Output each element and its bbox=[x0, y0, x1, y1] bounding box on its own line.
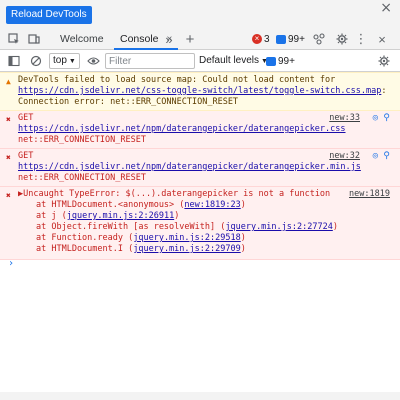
clear-console-icon[interactable] bbox=[28, 53, 44, 69]
issues-badge[interactable]: 99+ bbox=[266, 54, 295, 68]
source-location-link[interactable]: new:1819 bbox=[349, 189, 390, 200]
stack-frame-text: at HTMLDocument.I ( bbox=[36, 244, 134, 254]
sidebar-toggle-icon[interactable] bbox=[6, 53, 22, 69]
stack-frame-text: at j ( bbox=[36, 211, 67, 221]
message-text: Uncaught TypeError: $(...).daterangepick… bbox=[23, 189, 331, 199]
stack-frame-end: ) bbox=[174, 211, 180, 221]
stack-frame-end: ) bbox=[240, 233, 246, 243]
error-icon: ✖ bbox=[6, 153, 11, 162]
console-message-error: ✖ GET https://cdn.jsdelivr.net/npm/dater… bbox=[0, 111, 400, 149]
devtools-tabs-bar: Welcome Console × » + × 3 99+ ⋮ × bbox=[0, 28, 400, 50]
request-url-link[interactable]: https://cdn.jsdelivr.net/npm/daterangepi… bbox=[18, 124, 346, 134]
error-icon: ✖ bbox=[6, 115, 11, 124]
network-request-icon[interactable]: ◎ bbox=[373, 113, 378, 124]
context-select[interactable]: top ▼ bbox=[49, 53, 80, 69]
search-icon[interactable]: ⚲ bbox=[383, 151, 390, 162]
source-location-link[interactable]: new:33 bbox=[329, 113, 360, 124]
search-icon[interactable]: ⚲ bbox=[383, 113, 390, 124]
add-tab-icon[interactable]: + bbox=[183, 30, 197, 48]
stack-frame-text: at Function.ready ( bbox=[36, 233, 134, 243]
console-message-error: ✖ GET https://cdn.jsdelivr.net/npm/dater… bbox=[0, 149, 400, 187]
stack-frame-link[interactable]: jquery.min.js:2:29518 bbox=[133, 233, 240, 243]
stack-frame: at HTMLDocument.<anonymous> (new:1819:23… bbox=[36, 200, 360, 211]
devtools-top-strip: Reload DevTools × bbox=[0, 0, 400, 28]
device-toolbar-icon[interactable] bbox=[26, 30, 42, 48]
message-icon bbox=[266, 56, 276, 66]
stack-frame-end: ) bbox=[240, 244, 246, 254]
issues-count: 99+ bbox=[278, 55, 295, 67]
network-conditions-icon[interactable] bbox=[311, 30, 327, 48]
source-map-link[interactable]: https://cdn.jsdelivr.net/css-toggle-swit… bbox=[18, 86, 381, 96]
stack-frame-end: ) bbox=[332, 222, 338, 232]
console-prompt[interactable]: › bbox=[8, 258, 14, 269]
error-count: 3 bbox=[264, 33, 270, 45]
more-tabs-icon[interactable]: » bbox=[162, 30, 176, 48]
eye-icon[interactable] bbox=[85, 53, 101, 69]
network-request-icon[interactable]: ◎ bbox=[373, 151, 378, 162]
stack-frame: at Function.ready (jquery.min.js:2:29518… bbox=[36, 233, 360, 244]
tab-welcome[interactable]: Welcome bbox=[54, 28, 110, 50]
request-method: GET bbox=[18, 113, 34, 123]
source-location-link[interactable]: new:32 bbox=[329, 151, 360, 162]
tab-console-label: Console bbox=[120, 33, 159, 45]
info-count-badge[interactable]: 99+ bbox=[276, 32, 305, 46]
stack-frame: at Object.fireWith [as resolveWith] (jqu… bbox=[36, 222, 360, 233]
close-icon[interactable]: × bbox=[380, 0, 392, 16]
stack-frame-link[interactable]: jquery.min.js:2:26911 bbox=[67, 211, 174, 221]
bottom-bar bbox=[0, 392, 400, 400]
log-levels-dropdown[interactable]: Default levels ▼ bbox=[199, 54, 268, 68]
filter-input[interactable] bbox=[105, 53, 195, 69]
message-suffix: net::ERR_CONNECTION_RESET bbox=[18, 173, 146, 183]
stack-frame: at HTMLDocument.I (jquery.min.js:2:29709… bbox=[36, 244, 360, 255]
inspect-element-icon[interactable] bbox=[6, 30, 22, 48]
message-suffix: net::ERR_CONNECTION_RESET bbox=[18, 135, 146, 145]
chevron-down-icon: ▼ bbox=[68, 58, 76, 65]
stack-frame: at j (jquery.min.js:2:26911) bbox=[36, 211, 360, 222]
console-toolbar: top▼ Default levels▼ 99+ bbox=[0, 50, 400, 72]
console-message-warning: ▲ DevTools failed to load source map: Co… bbox=[0, 72, 400, 111]
error-icon: × bbox=[252, 34, 262, 44]
stack-frame-end: ) bbox=[240, 200, 246, 210]
log-levels-label: Default levels bbox=[199, 55, 260, 66]
stack-trace: at HTMLDocument.<anonymous> (new:1819:23… bbox=[18, 200, 360, 255]
console-output[interactable]: ▲ DevTools failed to load source map: Co… bbox=[0, 72, 400, 400]
request-method: GET bbox=[18, 151, 34, 161]
message-text: DevTools failed to load source map: Coul… bbox=[18, 75, 336, 85]
warning-icon: ▲ bbox=[6, 77, 11, 86]
stack-frame-text: at HTMLDocument.<anonymous> ( bbox=[36, 200, 185, 210]
reload-devtools-button[interactable]: Reload DevTools bbox=[6, 6, 92, 24]
info-count: 99+ bbox=[288, 33, 305, 45]
gear-icon[interactable] bbox=[334, 30, 350, 48]
stack-frame-text: at Object.fireWith [as resolveWith] ( bbox=[36, 222, 226, 232]
close-icon[interactable]: × bbox=[375, 30, 389, 48]
context-value: top bbox=[53, 55, 67, 66]
stack-frame-link[interactable]: jquery.min.js:2:27724 bbox=[225, 222, 332, 232]
stack-frame-link[interactable]: new:1819:23 bbox=[184, 200, 240, 210]
console-message-error: ✖ ▶Uncaught TypeError: $(...).daterangep… bbox=[0, 187, 400, 260]
stack-frame-link[interactable]: jquery.min.js:2:29709 bbox=[133, 244, 240, 254]
error-count-badge[interactable]: × 3 bbox=[252, 32, 270, 46]
request-url-link[interactable]: https://cdn.jsdelivr.net/npm/daterangepi… bbox=[18, 162, 361, 172]
kebab-menu-icon[interactable]: ⋮ bbox=[355, 30, 368, 48]
error-icon: ✖ bbox=[6, 191, 11, 200]
gear-icon[interactable] bbox=[376, 53, 392, 69]
message-icon bbox=[276, 34, 286, 44]
